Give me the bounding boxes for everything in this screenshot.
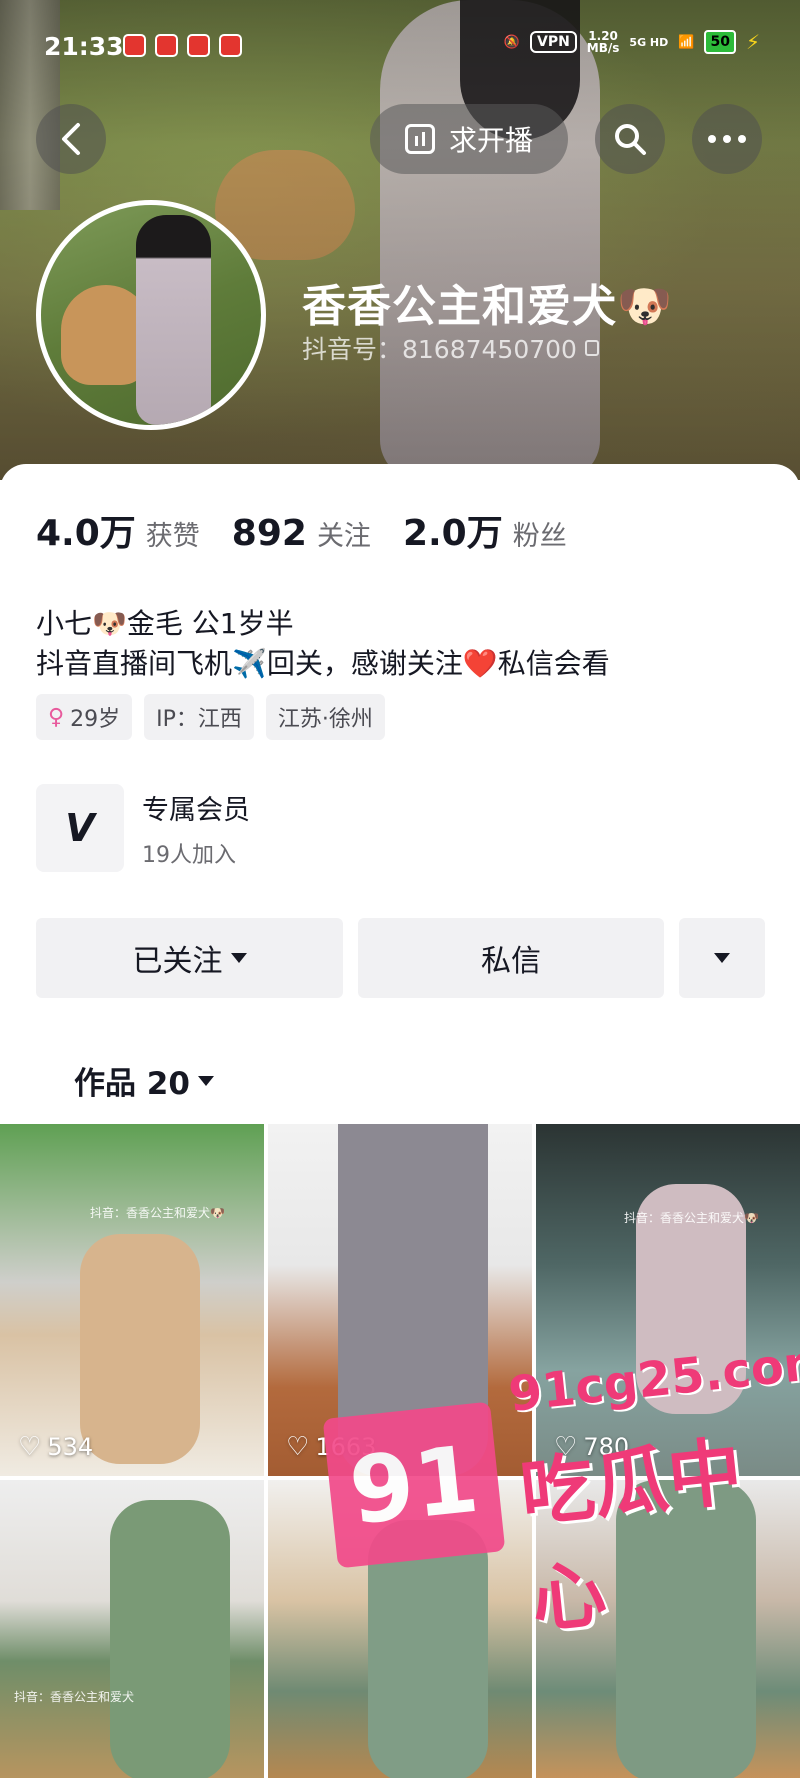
thumbnail-watermark: 抖音：香香公主和爱犬🐶 [624,1211,759,1225]
stats-row: 4.0万 获赞 892 关注 2.0万 粉丝 [36,504,599,556]
bio-line: 小七🐶金毛 公1岁半 [36,607,294,640]
stat-value: 892 [231,513,307,554]
message-button[interactable]: 私信 [358,918,664,998]
age-label: 29岁 [70,707,121,732]
stat-label: 粉丝 [512,521,567,552]
video-thumbnail[interactable]: 抖音：香香公主和爱犬🐶 ♡ 534 [0,1124,264,1476]
douyin-id[interactable]: 抖音号：81687450700 [302,330,599,366]
video-thumbnail[interactable]: 抖音：香香公主和爱犬 [0,1480,264,1778]
tab-works[interactable]: 作品 20 [74,1058,214,1103]
action-buttons: 已关注 私信 [36,918,765,998]
signal-icon: 5G HD [629,35,669,49]
battery-indicator: 50 [704,30,736,54]
message-label: 私信 [481,944,541,979]
profile-card: 4.0万 获赞 892 关注 2.0万 粉丝 小七🐶金毛 公1岁半 抖音直播间飞… [0,464,800,1124]
vpn-badge: VPN [529,31,577,53]
profile-tags: ♀ 29岁 IP：江西 江苏·徐州 [36,694,385,740]
notification-app-icon [187,34,210,57]
back-icon [62,123,80,155]
likes-count: 534 [47,1433,94,1461]
more-button[interactable] [692,104,762,174]
exclusive-membership[interactable]: V 专属会员 19人加入 [36,784,250,872]
profile-name: 香香公主和爱犬🐶 [302,281,673,332]
notification-app-icon [219,34,242,57]
ip-tag: IP：江西 [144,694,254,740]
more-actions-button[interactable] [679,918,765,998]
watermark-text: 吃瓜中心 [516,1428,747,1644]
stat-likes[interactable]: 4.0万 获赞 [36,504,200,556]
notification-icons [123,34,242,57]
tab-works-label: 作品 20 [74,1066,190,1102]
request-live-button[interactable]: 求开播 [370,104,568,174]
membership-title: 专属会员 [142,794,250,826]
thumbnail-watermark: 抖音：香香公主和爱犬 [14,1690,135,1704]
avatar[interactable] [36,200,266,430]
search-button[interactable] [595,104,665,174]
stat-following[interactable]: 892 关注 [232,513,371,554]
bio: 小七🐶金毛 公1岁半 抖音直播间飞机✈️回关，感谢关注❤️私信会看 [36,604,610,684]
status-time: 21:33 [44,32,124,61]
followed-button[interactable]: 已关注 [36,918,343,998]
stat-value: 2.0万 [402,513,503,554]
wifi-icon: 📶 [678,34,695,50]
notification-app-icon [123,34,146,57]
copy-icon[interactable] [584,340,599,356]
membership-text: 专属会员 19人加入 [142,788,250,869]
stat-followers[interactable]: 2.0万 粉丝 [403,504,567,556]
search-icon [615,124,646,155]
more-icon [708,135,746,143]
avatar-person [136,215,211,425]
thumbnail-subject [80,1234,200,1464]
network-speed: 1.20 MB/s [586,29,620,55]
notification-app-icon [155,34,178,57]
followed-label: 已关注 [132,944,223,979]
thumbnail-watermark: 抖音：香香公主和爱犬🐶 [90,1206,225,1220]
stat-label: 关注 [316,521,371,552]
douyin-id-text: 抖音号：81687450700 [302,335,577,364]
mute-icon: 🔕 [503,34,520,50]
heart-icon: ♡ [286,1432,310,1462]
request-live-label: 求开播 [448,124,533,157]
dropdown-arrow-icon [714,953,730,963]
stat-label: 获赞 [145,521,200,552]
bio-line: 抖音直播间飞机✈️回关，感谢关注❤️私信会看 [36,647,610,680]
heart-icon: ♡ [18,1432,42,1462]
stat-value: 4.0万 [36,513,136,554]
status-bar: 21:33 🔕 VPN 1.20 MB/s 5G HD 📶 50 ⚡ [0,30,800,66]
back-button[interactable] [36,104,106,174]
location-tag: 江苏·徐州 [265,694,385,740]
dropdown-arrow-icon [230,953,247,963]
live-chart-icon [404,124,435,154]
age-tag: ♀ 29岁 [36,694,133,740]
status-right: 🔕 VPN 1.20 MB/s 5G HD 📶 50 ⚡ [504,30,760,54]
thumbnail-subject [110,1500,230,1778]
membership-count: 19人加入 [142,842,236,868]
dropdown-arrow-icon [197,1075,214,1086]
female-icon: ♀ [48,704,65,730]
membership-logo-icon: V [36,784,124,872]
watermark-logo: 91 [322,1401,506,1569]
charging-icon: ⚡ [745,30,760,54]
video-likes: ♡ 534 [18,1432,93,1462]
